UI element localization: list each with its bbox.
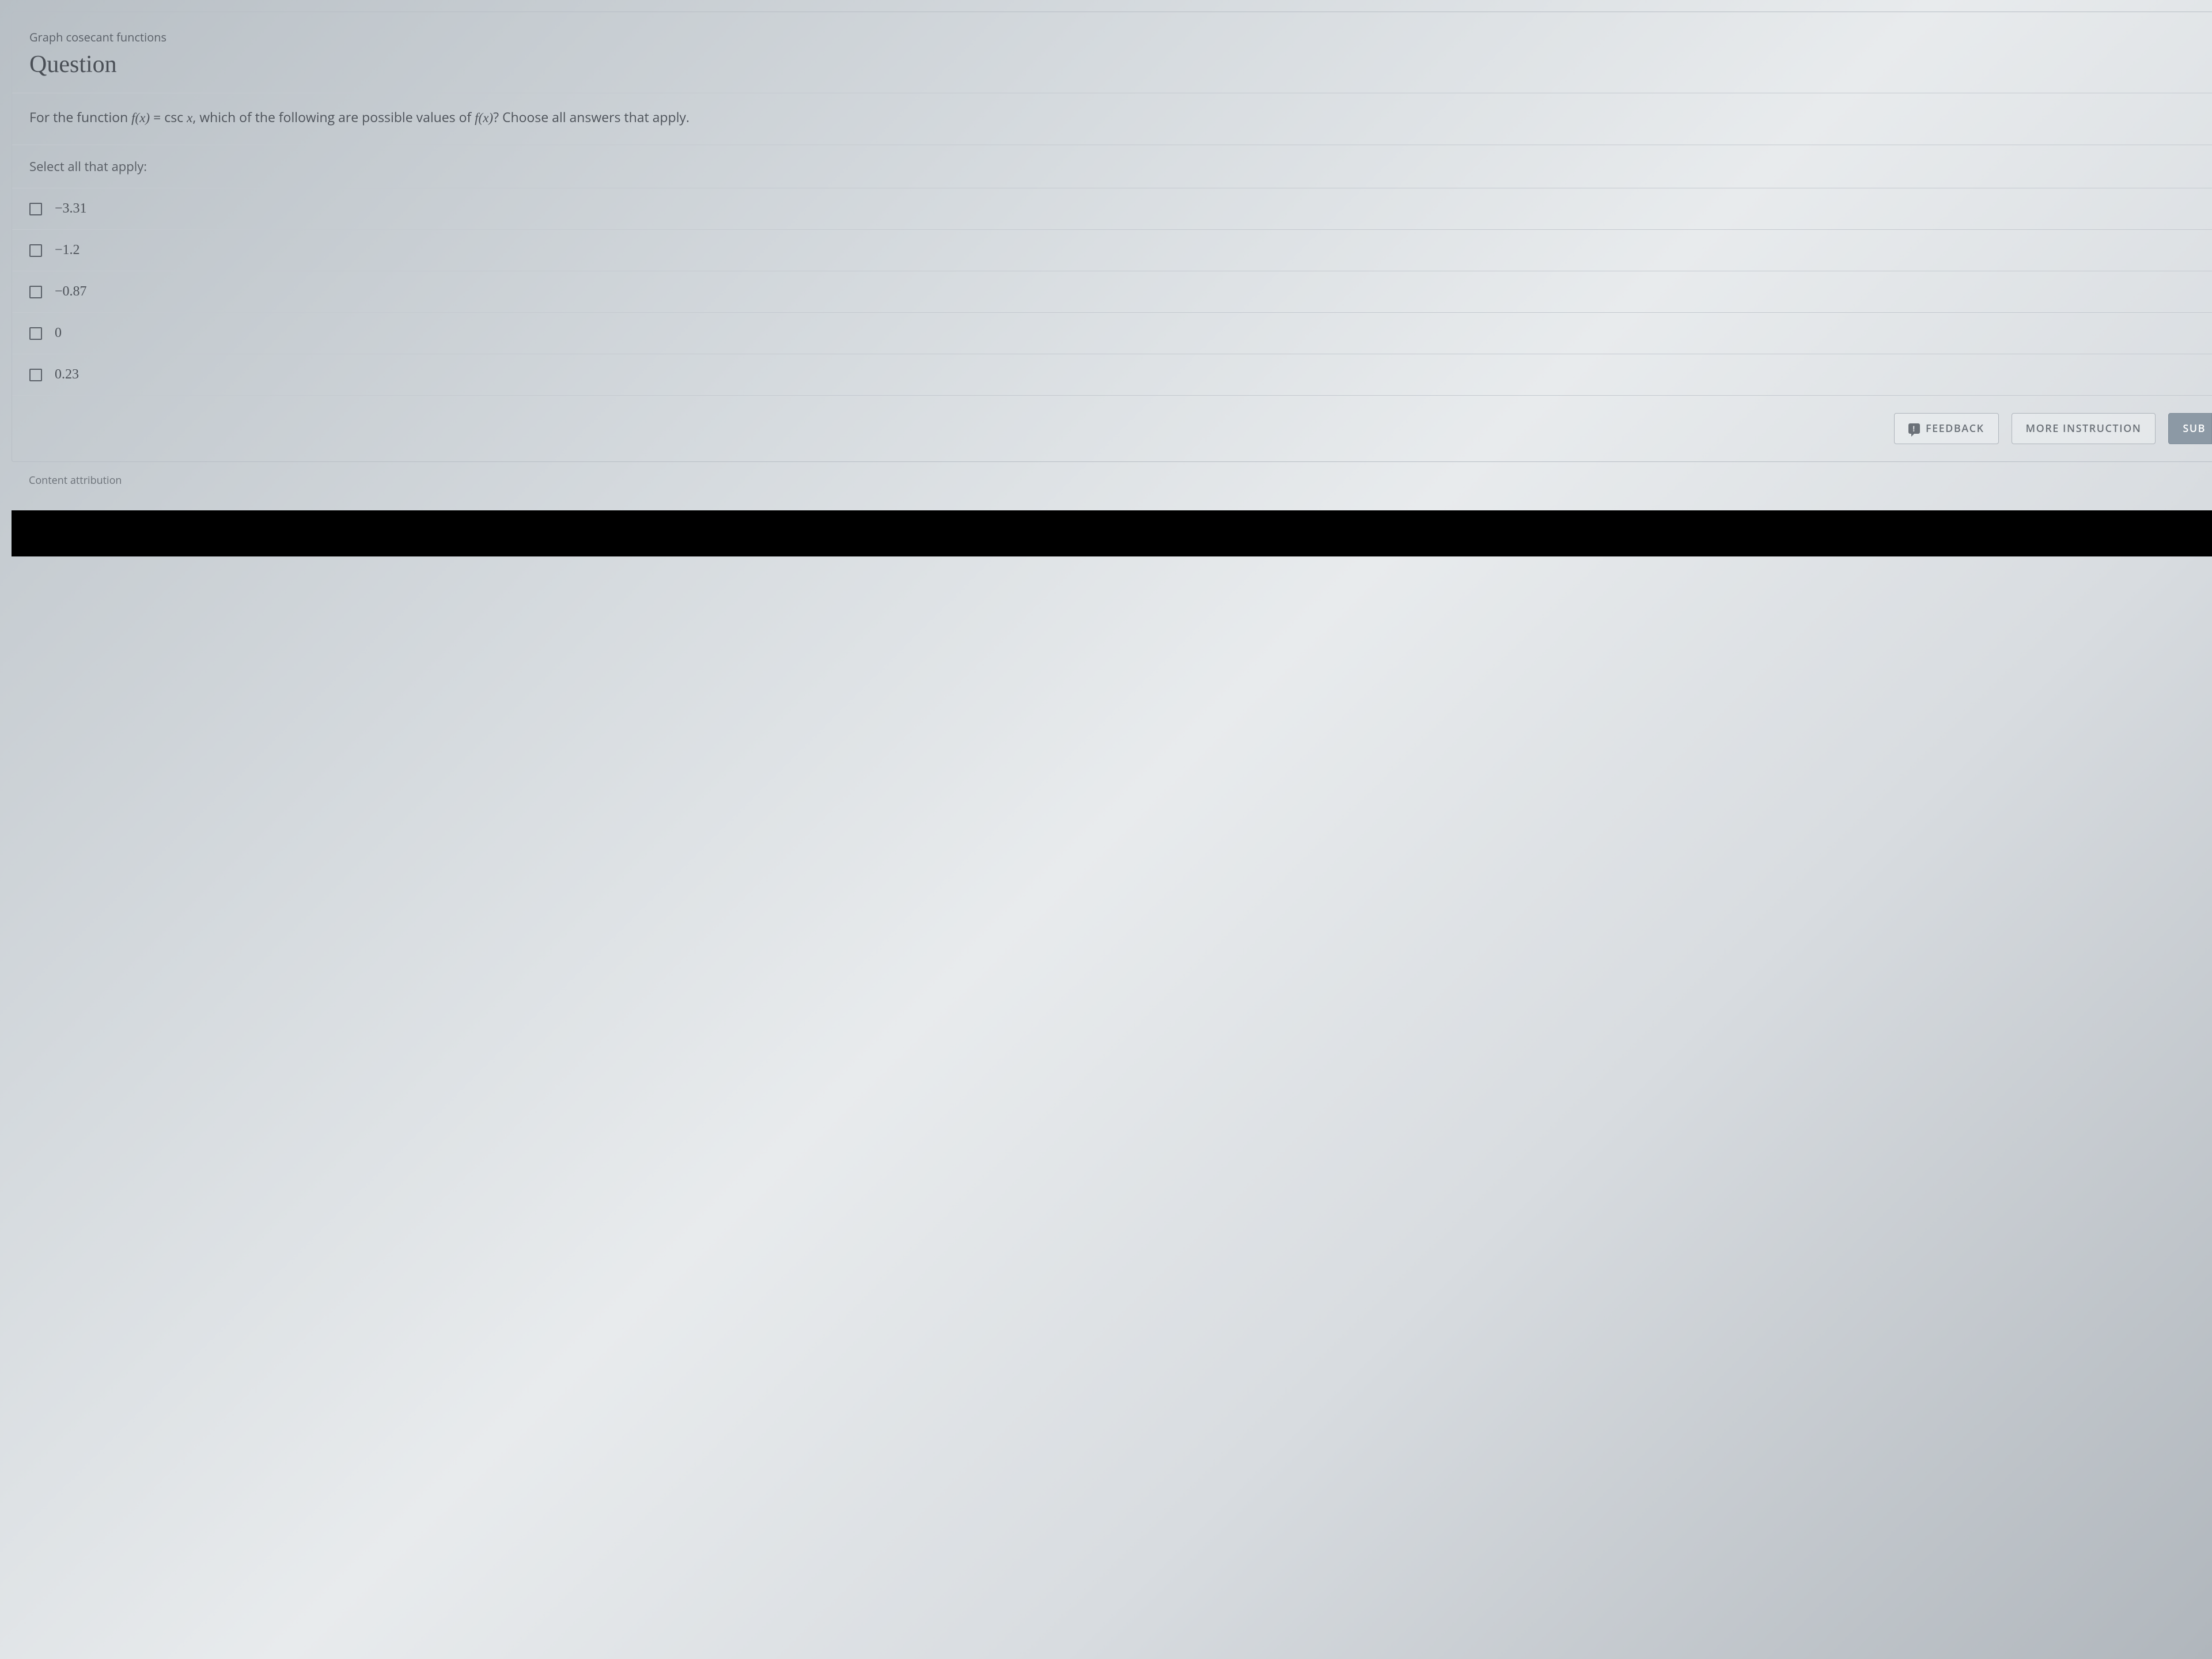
prompt-eq: = csc (150, 108, 187, 126)
checkbox-icon[interactable] (29, 203, 42, 215)
feedback-button[interactable]: ! FEEDBACK (1894, 413, 1999, 444)
checkbox-icon[interactable] (29, 327, 42, 340)
actions-row: ! FEEDBACK MORE INSTRUCTION SUB (12, 396, 2212, 461)
content-attribution[interactable]: Content attribution (12, 462, 2212, 510)
question-header: Graph cosecant functions Question (12, 12, 2212, 93)
instruction-row: Select all that apply: (12, 145, 2212, 188)
question-title: Question (29, 51, 2195, 78)
question-prompt: For the function f(x) = csc x, which of … (12, 93, 2212, 145)
math-var: x (187, 111, 192, 125)
device-bezel (12, 510, 2212, 556)
submit-label: SUB (2183, 422, 2206, 435)
submit-button[interactable]: SUB (2168, 413, 2212, 444)
feedback-icon: ! (1908, 423, 1920, 434)
option-label: 0 (55, 325, 62, 341)
question-card: Graph cosecant functions Question For th… (12, 12, 2212, 462)
topic-label: Graph cosecant functions (29, 29, 2195, 45)
option-row-1[interactable]: −1.2 (12, 230, 2212, 271)
feedback-label: FEEDBACK (1926, 422, 1984, 435)
math-fx-2: f(x) (475, 111, 493, 125)
option-label: −1.2 (55, 243, 80, 258)
prompt-text: For the function (29, 108, 131, 126)
checkbox-icon[interactable] (29, 244, 42, 257)
checkbox-icon[interactable] (29, 369, 42, 381)
prompt-mid: , which of the following are possible va… (192, 108, 475, 126)
option-row-4[interactable]: 0.23 (12, 354, 2212, 396)
more-label: MORE INSTRUCTION (2026, 422, 2142, 435)
option-label: −3.31 (55, 201, 87, 217)
option-label: 0.23 (55, 367, 79, 382)
more-instruction-button[interactable]: MORE INSTRUCTION (2012, 413, 2156, 444)
prompt-suffix: ? Choose all answers that apply. (493, 108, 690, 126)
option-row-3[interactable]: 0 (12, 313, 2212, 354)
option-label: −0.87 (55, 284, 87, 300)
math-fx: f(x) (131, 111, 150, 125)
checkbox-icon[interactable] (29, 286, 42, 298)
option-row-2[interactable]: −0.87 (12, 271, 2212, 313)
option-row-0[interactable]: −3.31 (12, 188, 2212, 230)
